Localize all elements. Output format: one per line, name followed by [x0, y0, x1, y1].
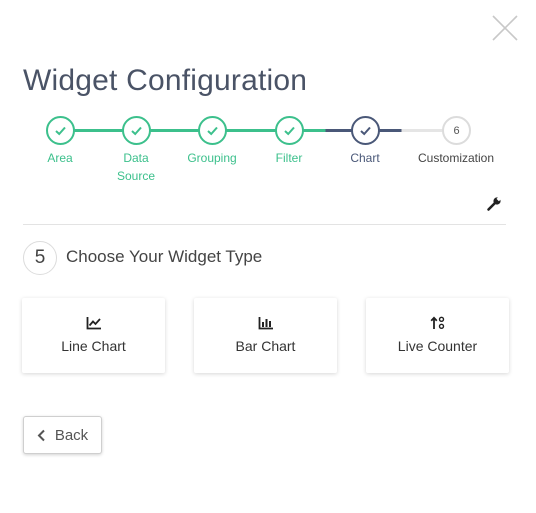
widget-type-live-counter[interactable]: Live Counter: [366, 298, 509, 373]
close-button[interactable]: [491, 14, 519, 42]
step-filter[interactable]: [275, 116, 304, 145]
section-title: Choose Your Widget Type: [66, 247, 263, 266]
stepper: 6 Area Data Source Grouping Filter Chart…: [0, 114, 536, 194]
step-chart[interactable]: [351, 116, 380, 145]
bar-chart-icon: [258, 317, 273, 330]
step-customization[interactable]: 6: [442, 116, 471, 145]
step-data-source[interactable]: [122, 116, 151, 145]
section-number: 5: [34, 247, 46, 268]
widget-type-label: Live Counter: [397, 338, 478, 354]
wrench-icon: [487, 196, 502, 211]
step-label-data-source[interactable]: Data Source: [111, 149, 161, 185]
step-label-area[interactable]: Area: [15, 149, 105, 167]
step-label-chart[interactable]: Chart: [320, 149, 410, 167]
step-area[interactable]: [46, 116, 75, 145]
step-label-customization[interactable]: Customization: [411, 149, 501, 167]
back-label: Back: [54, 426, 89, 444]
divider: [23, 224, 506, 225]
settings-button[interactable]: [486, 196, 502, 212]
close-icon: [492, 15, 518, 41]
section-number-badge: 5: [23, 241, 57, 275]
back-button[interactable]: Back: [23, 416, 102, 454]
dialog-title: Widget Configuration: [23, 64, 308, 97]
line-chart-icon: [86, 317, 101, 330]
step-grouping[interactable]: [198, 116, 227, 145]
live-counter-icon: [430, 316, 444, 330]
widget-type-label: Bar Chart: [235, 338, 296, 354]
check-icon: [131, 126, 142, 136]
widget-type-line-chart[interactable]: Line Chart: [22, 298, 165, 373]
widget-type-bar-chart[interactable]: Bar Chart: [194, 298, 337, 373]
step-number: 6: [453, 124, 460, 137]
check-icon: [55, 126, 66, 136]
check-icon: [360, 126, 371, 136]
check-icon: [284, 126, 295, 136]
widget-type-label: Line Chart: [61, 338, 126, 354]
chevron-left-icon: [37, 429, 45, 441]
check-icon: [207, 126, 218, 136]
